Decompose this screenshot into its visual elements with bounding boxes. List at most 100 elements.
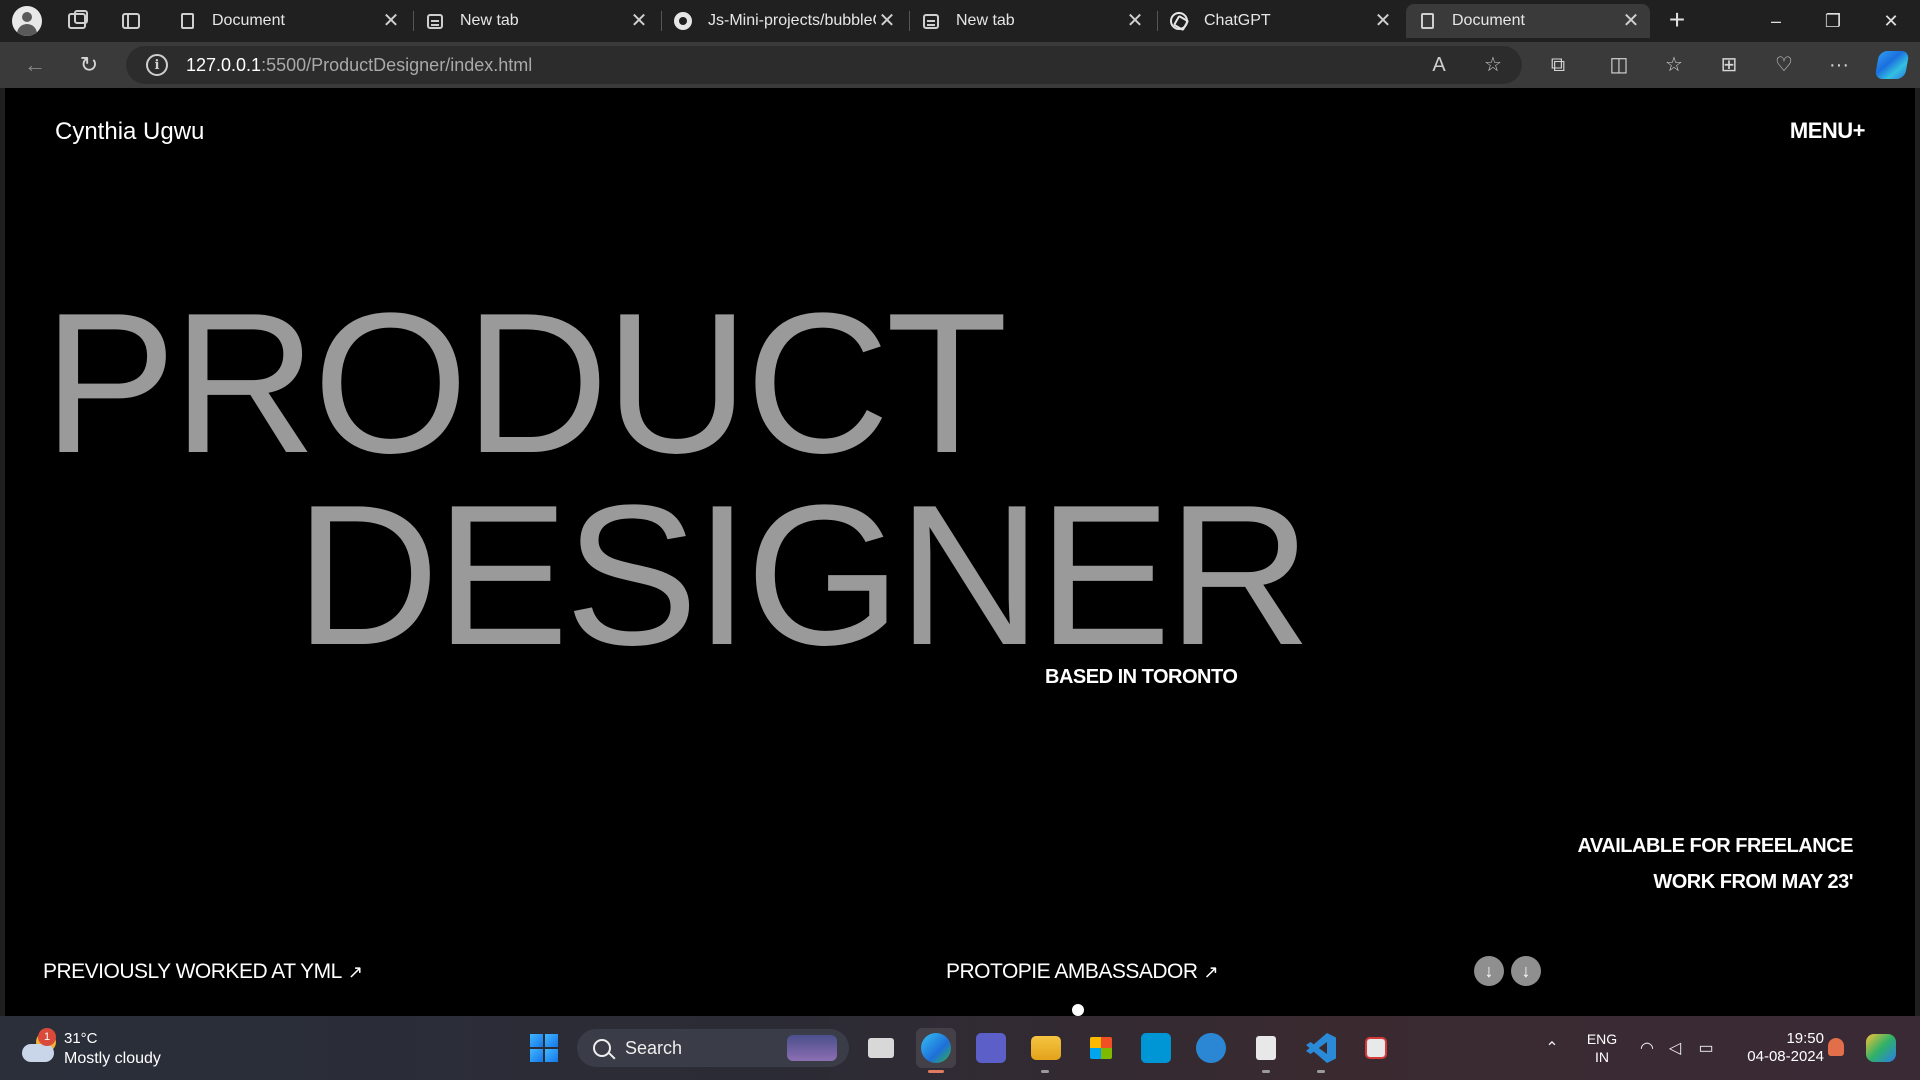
tab-document-1[interactable]: Document ✕ bbox=[166, 4, 410, 38]
back-arrow-icon[interactable]: ← bbox=[20, 50, 50, 80]
microsoft-store-icon[interactable] bbox=[1081, 1028, 1121, 1068]
system-clock[interactable]: 19:50 04-08-2024 bbox=[1734, 1030, 1824, 1066]
tab-title: Document bbox=[1452, 12, 1525, 29]
running-app-indicator bbox=[1041, 1070, 1049, 1073]
taskbar-search[interactable]: Search bbox=[577, 1029, 849, 1067]
task-view-icon[interactable] bbox=[861, 1028, 901, 1068]
cursor-dot bbox=[1072, 1004, 1084, 1016]
running-app-indicator bbox=[1262, 1070, 1270, 1073]
clock-date: 04-08-2024 bbox=[1747, 1048, 1824, 1065]
search-label: Search bbox=[625, 1037, 683, 1058]
previously-worked-link[interactable]: PREVIOUSLY WORKED AT YML ↗ bbox=[43, 960, 363, 984]
tab-title: New tab bbox=[460, 12, 519, 29]
myhp-icon[interactable] bbox=[1136, 1028, 1176, 1068]
search-highlight-image bbox=[787, 1035, 837, 1061]
read-aloud-icon[interactable]: A bbox=[1424, 50, 1454, 80]
notification-bell-icon[interactable] bbox=[1828, 1038, 1844, 1056]
start-button[interactable] bbox=[524, 1028, 564, 1068]
protopie-label: PROTOPIE AMBASSADOR bbox=[946, 960, 1198, 983]
address-bar[interactable]: i 127.0.0.1:5500/ProductDesigner/index.h… bbox=[126, 46, 1522, 84]
site-info-icon[interactable]: i bbox=[146, 54, 168, 76]
windows-logo-icon bbox=[530, 1034, 558, 1062]
favorite-star-icon[interactable]: ☆ bbox=[1478, 50, 1508, 80]
file-explorer-icon[interactable] bbox=[1026, 1028, 1066, 1068]
previously-worked-label: PREVIOUSLY WORKED AT YML bbox=[43, 960, 342, 983]
availability-line-1: AVAILABLE FOR FREELANCE bbox=[1577, 835, 1853, 857]
tab-title: Document bbox=[212, 12, 285, 29]
url-text[interactable]: 127.0.0.1:5500/ProductDesigner/index.htm… bbox=[186, 55, 532, 76]
vscode-icon[interactable] bbox=[1301, 1028, 1341, 1068]
restore-icon[interactable]: ❐ bbox=[1818, 6, 1848, 36]
vertical-tabs-icon[interactable] bbox=[116, 6, 146, 36]
get-help-icon[interactable] bbox=[1191, 1028, 1231, 1068]
tab-new-tab-2[interactable]: New tab ✕ bbox=[910, 4, 1154, 38]
headline-designer: DESIGNER bbox=[295, 464, 1312, 687]
browser-toolbar: ← ↻ i 127.0.0.1:5500/ProductDesigner/ind… bbox=[0, 42, 1920, 88]
clock-time: 19:50 bbox=[1786, 1030, 1824, 1047]
location-text: BASED IN TORONTO bbox=[1045, 666, 1238, 688]
tab-title: ChatGPT bbox=[1204, 12, 1271, 29]
url-host: 127.0.0.1 bbox=[186, 54, 262, 75]
github-icon bbox=[674, 12, 692, 30]
page-viewport: Cynthia Ugwu MENU+ PRODUCT DESIGNER BASE… bbox=[5, 88, 1915, 1016]
battery-icon[interactable]: ▭ bbox=[1692, 1028, 1720, 1068]
windows-taskbar: 1 31°C Mostly cloudy Search ⌃ ENG IN ◠ ◁… bbox=[0, 1016, 1920, 1080]
weather-description[interactable]: Mostly cloudy bbox=[64, 1050, 161, 1068]
copilot-icon[interactable] bbox=[1874, 51, 1910, 79]
chatgpt-icon bbox=[1170, 12, 1188, 30]
search-icon bbox=[593, 1039, 611, 1057]
headline-product: PRODUCT bbox=[43, 272, 1008, 495]
arrow-up-right-icon: ↗ bbox=[347, 962, 363, 982]
menu-button[interactable]: MENU+ bbox=[1790, 118, 1866, 144]
volume-icon[interactable]: ◁ bbox=[1661, 1028, 1689, 1068]
minimize-icon[interactable]: – bbox=[1761, 6, 1791, 36]
teams-icon[interactable] bbox=[971, 1028, 1011, 1068]
protopie-ambassador-link[interactable]: PROTOPIE AMBASSADOR ↗ bbox=[946, 960, 1219, 984]
brand-name[interactable]: Cynthia Ugwu bbox=[55, 118, 204, 146]
close-icon[interactable]: ✕ bbox=[1372, 10, 1394, 32]
copilot-taskbar-icon[interactable] bbox=[1866, 1034, 1896, 1062]
close-icon[interactable]: ✕ bbox=[1620, 10, 1642, 32]
tab-chatgpt[interactable]: ChatGPT ✕ bbox=[1158, 4, 1402, 38]
scroll-down-icon[interactable]: ↓ bbox=[1511, 956, 1541, 986]
document-icon bbox=[178, 12, 196, 30]
profile-avatar-icon[interactable] bbox=[12, 6, 42, 36]
tab-title: New tab bbox=[956, 12, 1015, 29]
region-code: IN bbox=[1595, 1049, 1609, 1065]
browser-essentials-icon[interactable]: ♡ bbox=[1769, 50, 1799, 80]
collections-icon[interactable]: ⊞ bbox=[1714, 50, 1744, 80]
availability-line-2: WORK FROM MAY 23' bbox=[1653, 871, 1853, 893]
tab-document-active[interactable]: Document ✕ bbox=[1406, 4, 1650, 38]
split-screen-icon[interactable]: ◫ bbox=[1604, 50, 1634, 80]
arrow-up-right-icon: ↗ bbox=[1203, 962, 1219, 982]
tab-github[interactable]: Js-Mini-projects/bubbleGame ✕ bbox=[662, 4, 906, 38]
workspaces-icon[interactable] bbox=[62, 6, 92, 36]
show-hidden-icons-chevron-icon[interactable]: ⌃ bbox=[1537, 1028, 1567, 1068]
more-options-icon[interactable]: ··· bbox=[1824, 50, 1854, 80]
window-close-icon[interactable]: ✕ bbox=[1876, 6, 1906, 36]
language-indicator[interactable]: ENG IN bbox=[1585, 1030, 1619, 1066]
tab-new-tab-1[interactable]: New tab ✕ bbox=[414, 4, 658, 38]
close-icon[interactable]: ✕ bbox=[628, 10, 650, 32]
close-icon[interactable]: ✕ bbox=[380, 10, 402, 32]
scroll-down-icon[interactable]: ↓ bbox=[1474, 956, 1504, 986]
browser-tab-strip: Document ✕ New tab ✕ Js-Mini-projects/bu… bbox=[0, 0, 1920, 42]
close-icon[interactable]: ✕ bbox=[1124, 10, 1146, 32]
notepad-icon[interactable] bbox=[1246, 1028, 1286, 1068]
extensions-icon[interactable]: ⧉ bbox=[1543, 50, 1573, 80]
availability-block: AVAILABLE FOR FREELANCE WORK FROM MAY 23… bbox=[1577, 828, 1853, 900]
new-tab-button[interactable]: + bbox=[1662, 6, 1692, 36]
edge-browser-icon[interactable] bbox=[916, 1028, 956, 1068]
url-path: :5500/ProductDesigner/index.html bbox=[261, 54, 533, 75]
close-icon[interactable]: ✕ bbox=[876, 10, 898, 32]
new-tab-icon bbox=[426, 12, 444, 30]
refresh-icon[interactable]: ↻ bbox=[74, 50, 104, 80]
running-app-indicator bbox=[1317, 1070, 1325, 1073]
weather-badge: 1 bbox=[38, 1028, 56, 1046]
favorites-icon[interactable]: ☆ bbox=[1659, 50, 1689, 80]
weather-temperature[interactable]: 31°C bbox=[64, 1030, 98, 1047]
snipping-tool-icon[interactable] bbox=[1356, 1028, 1396, 1068]
active-app-indicator bbox=[928, 1070, 944, 1073]
document-icon bbox=[1418, 12, 1436, 30]
wifi-icon[interactable]: ◠ bbox=[1633, 1028, 1661, 1068]
